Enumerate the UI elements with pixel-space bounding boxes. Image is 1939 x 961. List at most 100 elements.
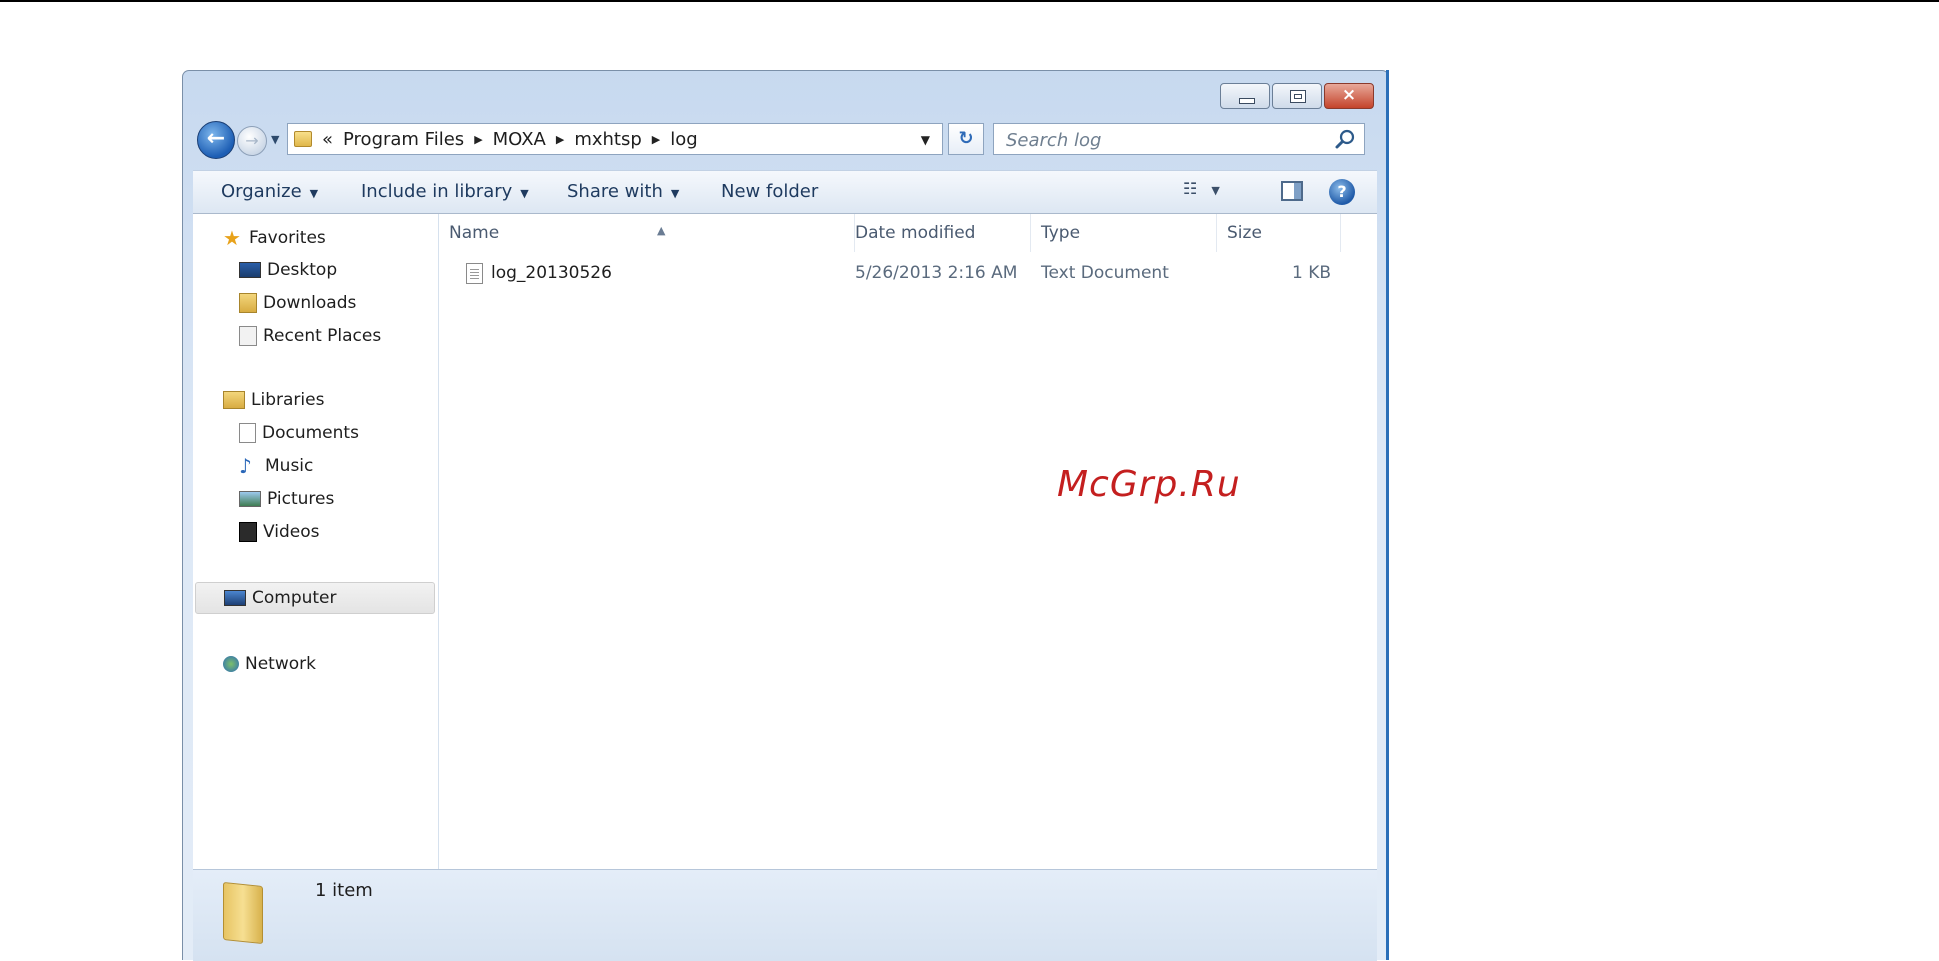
forward-button[interactable]: → <box>237 126 267 156</box>
caption-buttons: × <box>1218 83 1374 109</box>
maximize-button[interactable] <box>1272 83 1322 109</box>
chevron-right-icon[interactable]: ▶ <box>652 133 660 146</box>
column-header-type[interactable]: Type <box>1031 214 1217 252</box>
chevron-down-icon: ▼ <box>309 187 319 200</box>
share-with-label: Share with <box>567 181 663 202</box>
close-icon: × <box>1341 85 1357 105</box>
details-view-icon: ☷ <box>1183 179 1198 198</box>
sidebar-item-recent-places[interactable]: Recent Places <box>239 322 381 350</box>
sidebar-item-libraries[interactable]: Libraries <box>223 386 324 414</box>
music-icon: ♪ <box>239 454 252 478</box>
preview-pane-button[interactable] <box>1281 181 1303 201</box>
minimize-button[interactable] <box>1220 83 1270 109</box>
recent-places-icon <box>239 326 257 346</box>
maximize-icon <box>1290 90 1306 103</box>
sidebar-item-label: Favorites <box>249 228 326 248</box>
sidebar-item-documents[interactable]: Documents <box>239 419 359 447</box>
folder-icon <box>294 131 312 147</box>
sidebar-item-computer[interactable]: Computer <box>195 582 435 614</box>
chevron-down-icon: ▼ <box>271 133 280 146</box>
address-dropdown-icon[interactable]: ▼ <box>921 133 930 147</box>
chevron-right-icon[interactable]: ▶ <box>556 133 564 146</box>
breadcrumb-moxa[interactable]: MOXA <box>493 129 546 150</box>
new-folder-button[interactable]: New folder <box>721 181 818 202</box>
breadcrumb-mxhtsp[interactable]: mxhtsp <box>574 129 641 150</box>
item-count: 1 item <box>315 880 373 901</box>
column-header-size[interactable]: Size <box>1217 214 1341 252</box>
sidebar-item-label: Music <box>265 456 314 476</box>
refresh-button[interactable]: ↻ <box>948 123 984 155</box>
search-icon[interactable] <box>1334 128 1356 150</box>
search-box[interactable] <box>993 123 1365 155</box>
column-header-label: Size <box>1227 223 1262 243</box>
sidebar-item-favorites[interactable]: ★ Favorites <box>223 224 326 252</box>
details-pane: 1 item <box>193 869 1377 961</box>
computer-icon <box>224 590 246 606</box>
chevron-down-icon: ▼ <box>520 187 529 200</box>
sidebar-item-label: Libraries <box>251 390 325 410</box>
libraries-icon <box>223 391 245 409</box>
organize-button[interactable]: Organize ▼ <box>221 181 318 202</box>
sidebar-item-label: Downloads <box>263 293 357 313</box>
text-document-icon <box>466 263 483 284</box>
sidebar-item-label: Videos <box>263 522 320 542</box>
file-name: log_20130526 <box>491 263 612 283</box>
breadcrumb-log[interactable]: log <box>670 129 697 150</box>
sidebar-item-label: Desktop <box>267 260 338 280</box>
new-folder-label: New folder <box>721 181 819 202</box>
watermark-text: McGrp.Ru <box>1057 464 1241 505</box>
column-header-label: Name <box>449 223 500 243</box>
star-icon: ★ <box>223 226 241 250</box>
folder-icon <box>223 881 263 945</box>
top-border-line <box>0 0 1939 2</box>
change-view-button[interactable]: ☷ ▼ <box>1183 179 1243 205</box>
file-row[interactable]: log_20130526 5/26/2013 2:16 AM Text Docu… <box>439 258 1369 288</box>
back-button[interactable]: ← <box>197 121 235 159</box>
breadcrumb-overflow[interactable]: « <box>322 129 333 150</box>
column-header-date-modified[interactable]: Date modified <box>845 214 1031 252</box>
chevron-down-icon: ▼ <box>1211 184 1220 197</box>
file-type: Text Document <box>1041 263 1169 283</box>
network-icon <box>223 656 239 672</box>
documents-icon <box>239 423 256 443</box>
sidebar-item-desktop[interactable]: Desktop <box>239 256 337 284</box>
navigation-row: ← → ▼ « Program Files ▶ MOXA ▶ mxhtsp ▶ … <box>195 119 1365 161</box>
column-header-name[interactable]: Name ▲ <box>439 214 855 252</box>
sidebar-item-label: Documents <box>262 423 359 443</box>
search-input[interactable] <box>1004 129 1328 152</box>
sidebar-item-pictures[interactable]: Pictures <box>239 485 334 513</box>
close-button[interactable]: × <box>1324 83 1374 109</box>
explorer-window: × ← → ▼ « Program Files ▶ MOXA ▶ mxhtsp … <box>182 70 1389 961</box>
include-in-library-label: Include in library <box>361 181 513 202</box>
include-in-library-button[interactable]: Include in library ▼ <box>361 181 529 202</box>
recent-pages-dropdown[interactable]: ▼ <box>271 133 279 146</box>
arrow-right-icon: → <box>245 131 259 150</box>
refresh-icon: ↻ <box>958 128 974 149</box>
help-button[interactable]: ? <box>1329 179 1355 205</box>
share-with-button[interactable]: Share with ▼ <box>567 181 679 202</box>
sort-ascending-icon: ▲ <box>657 224 666 237</box>
file-list-pane: Name ▲ Date modified Type Size log_20130… <box>439 214 1377 869</box>
sidebar-item-network[interactable]: Network <box>223 650 316 678</box>
command-bar: Organize ▼ Include in library ▼ Share with… <box>193 170 1377 214</box>
organize-label: Organize <box>221 181 302 202</box>
breadcrumb-program-files[interactable]: Program Files <box>343 129 464 150</box>
minimize-icon <box>1239 98 1255 104</box>
sidebar-item-label: Recent Places <box>263 326 382 346</box>
sidebar-item-label: Computer <box>252 588 337 608</box>
sidebar-item-label: Network <box>245 654 316 674</box>
sidebar-item-label: Pictures <box>267 489 335 509</box>
sidebar-item-music[interactable]: ♪ Music <box>239 452 313 480</box>
file-size: 1 KB <box>1291 263 1331 283</box>
column-header-label: Date modified <box>855 223 976 243</box>
chevron-down-icon: ▼ <box>670 187 680 200</box>
arrow-left-icon: ← <box>206 126 226 151</box>
window-right-edge <box>1386 70 1389 960</box>
chevron-right-icon[interactable]: ▶ <box>474 133 482 146</box>
sidebar-item-videos[interactable]: Videos <box>239 518 320 546</box>
pictures-icon <box>239 491 261 507</box>
address-bar[interactable]: « Program Files ▶ MOXA ▶ mxhtsp ▶ log ▼ <box>287 123 943 155</box>
navigation-pane: ★ Favorites Desktop Downloads Recent Pla… <box>193 214 439 869</box>
downloads-folder-icon <box>239 293 257 313</box>
sidebar-item-downloads[interactable]: Downloads <box>239 289 356 317</box>
